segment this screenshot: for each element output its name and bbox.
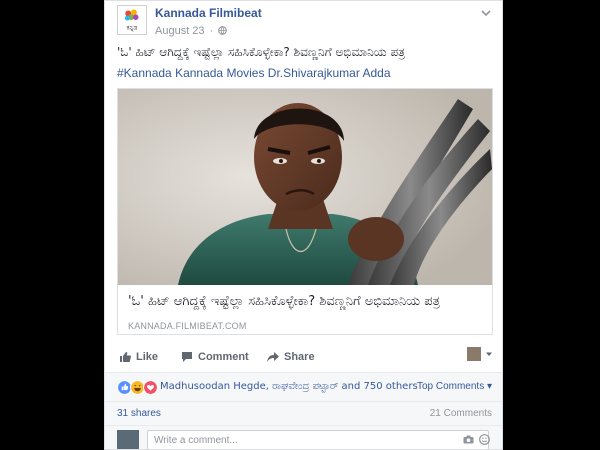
like-button[interactable]: Like: [119, 351, 158, 363]
page-logo[interactable]: ಕನ್ನಡ: [117, 5, 147, 35]
post-card: ಕನ್ನಡ Kannada Filmibeat August 23 · 'ಓ' …: [104, 0, 503, 450]
post-as-selector[interactable]: [467, 347, 493, 361]
thumbs-up-icon: [120, 352, 131, 362]
engagement-stats: 31 shares 21 Comments: [105, 401, 502, 426]
comment-label: Comment: [198, 351, 249, 363]
post-header: ಕನ್ನಡ Kannada Filmibeat August 23 ·: [117, 5, 492, 41]
link-preview-image[interactable]: [118, 89, 492, 285]
reactions-summary: Madhusoodan Hegde, ರಾಘವೇಂದ್ರ ಪಟ್ಟಾರ್ and…: [105, 372, 502, 401]
comment-button[interactable]: Comment: [181, 351, 249, 363]
hashtag-kannada[interactable]: #Kannada: [117, 66, 175, 80]
reactors-text[interactable]: Madhusoodan Hegde, ರಾಘವೇಂದ್ರ ಪಟ್ಟಾರ್ and…: [160, 381, 418, 392]
globe-icon: [218, 26, 228, 35]
sticker-icon[interactable]: [479, 434, 490, 445]
share-label: Share: [284, 351, 315, 363]
link-title[interactable]: 'ಓ' ಹಿಟ್ ಆಗಿದ್ದಕ್ಕೆ ಇಷ್ಟೆಲ್ಲಾ ಸಹಿಸಿಕೊಳ್ಳ…: [128, 294, 440, 309]
link-domain: KANNADA.FILMIBEAT.COM: [128, 321, 247, 331]
post-date[interactable]: August 23: [155, 25, 205, 37]
comment-input[interactable]: Write a comment...: [147, 430, 489, 449]
share-icon: [267, 352, 279, 362]
love-reaction-icon: [143, 380, 158, 395]
hashtag-adda[interactable]: Adda: [363, 66, 391, 80]
viewer-avatar: [467, 347, 481, 361]
hashtag-list: #Kannada Kannada Movies Dr.Shivarajkumar…: [117, 66, 391, 80]
comment-icon: [182, 352, 192, 362]
share-button[interactable]: Share: [267, 351, 315, 363]
hashtag-shivarajkumar[interactable]: Dr.Shivarajkumar: [268, 66, 363, 80]
camera-icon[interactable]: [463, 435, 474, 444]
chevron-down-icon[interactable]: [480, 7, 492, 19]
comment-composer: Write a comment...: [105, 425, 502, 449]
post-meta: August 23 ·: [155, 25, 228, 37]
shares-count[interactable]: 31 shares: [117, 408, 161, 419]
meta-separator: ·: [209, 25, 214, 37]
reaction-icons[interactable]: [117, 380, 158, 395]
like-label: Like: [136, 351, 159, 363]
post-text: 'ಓ' ಹಿಟ್ ಆಗಿದ್ದಕ್ಕೆ ಇಷ್ಟೆಲ್ಲಾ ಸಹಿಸಿಕೊಳ್ಳ…: [117, 45, 406, 59]
action-bar: Like Comment Share: [117, 345, 493, 371]
avatar: [117, 430, 139, 449]
comments-count[interactable]: 21 Comments: [430, 408, 492, 419]
hashtag-kannada-movies[interactable]: Kannada Movies: [175, 66, 268, 80]
top-comments-dropdown[interactable]: Top Comments ▾: [417, 381, 492, 392]
link-preview[interactable]: 'ಓ' ಹಿಟ್ ಆಗಿದ್ದಕ್ಕೆ ಇಷ್ಟೆಲ್ಲಾ ಸಹಿಸಿಕೊಳ್ಳ…: [117, 88, 493, 335]
logo-text: ಕನ್ನಡ: [127, 24, 138, 31]
chevron-down-icon: [486, 352, 492, 356]
page-name[interactable]: Kannada Filmibeat: [155, 6, 262, 20]
